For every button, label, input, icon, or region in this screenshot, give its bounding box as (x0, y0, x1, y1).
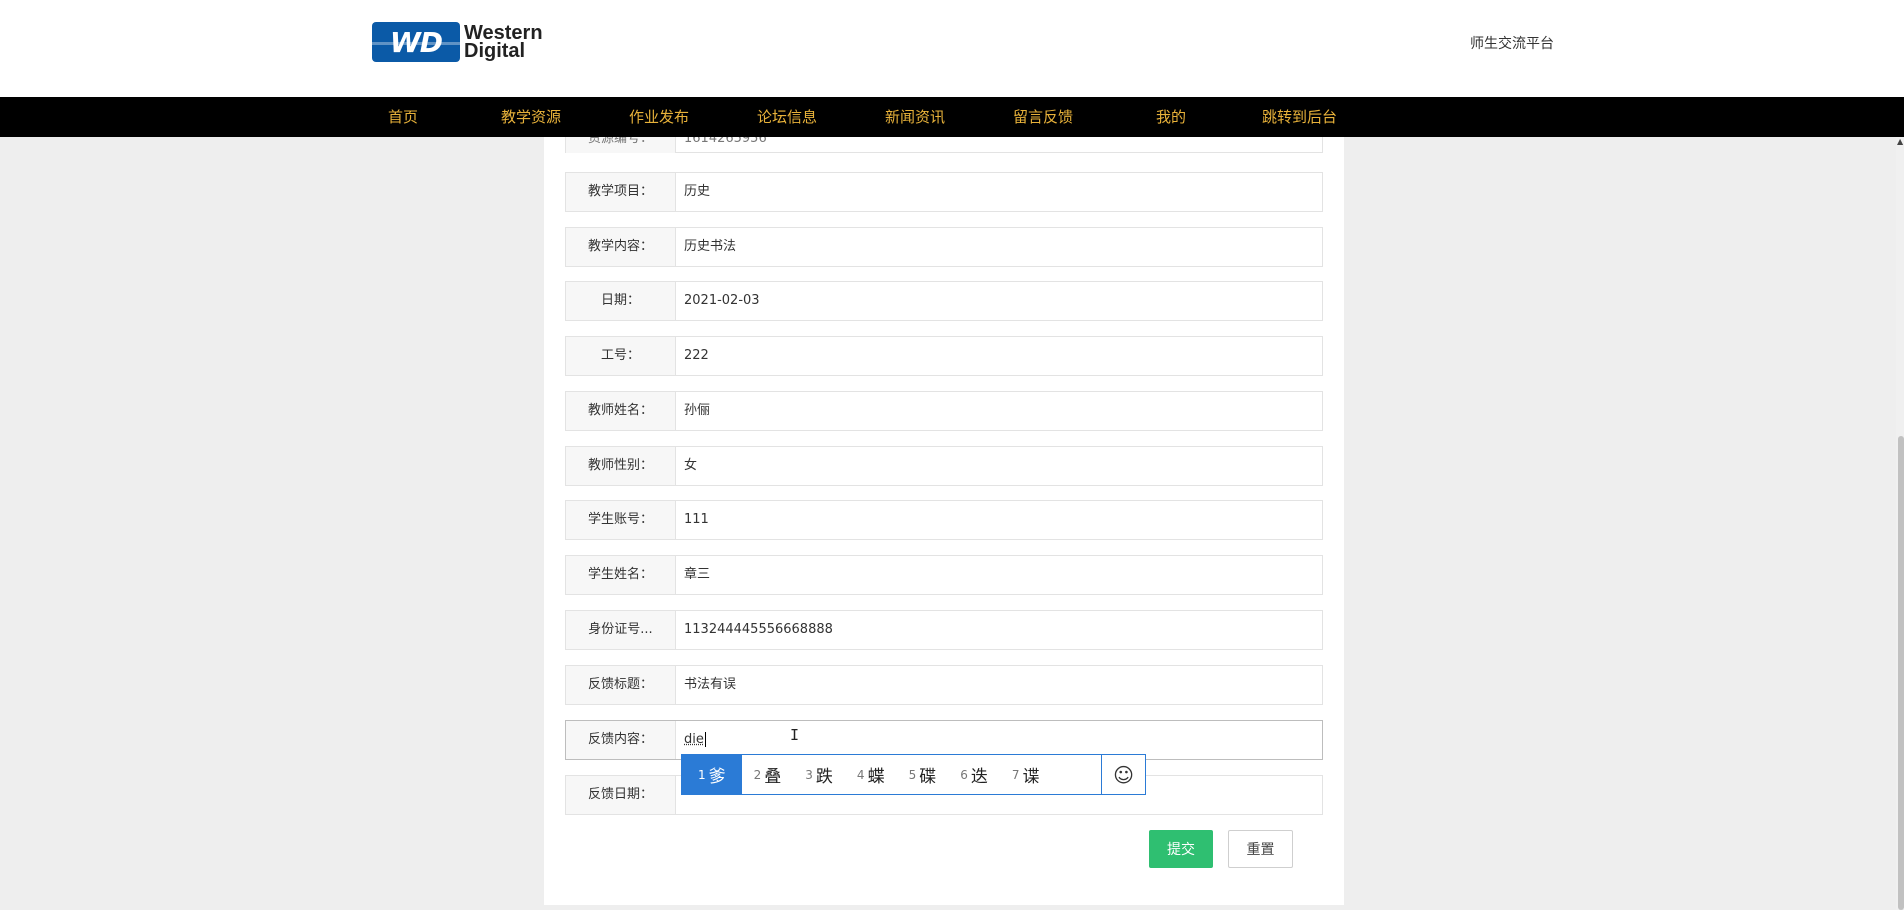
nav-item-admin[interactable]: 跳转到后台 (1262, 97, 1337, 137)
ime-candidate[interactable]: 5碟 (897, 755, 949, 794)
composition-text: die (684, 732, 704, 747)
ime-candidate[interactable]: 6迭 (948, 755, 1000, 794)
field-label: 学生姓名： (566, 556, 676, 594)
ibeam-cursor-icon: I (790, 726, 800, 744)
field-label: 日期： (566, 282, 676, 320)
nav-item-forum[interactable]: 论坛信息 (757, 97, 817, 137)
field-label: 教学项目： (566, 173, 676, 211)
form-row-id-number: 身份证号... 113244445556668888 (565, 610, 1323, 650)
field-label: 学生账号： (566, 501, 676, 539)
teacher-name-field[interactable]: 孙俪 (684, 392, 1314, 430)
form-row-feedback-title: 反馈标题： 书法有误 (565, 665, 1323, 705)
form-row-staff-id: 工号： 222 (565, 336, 1323, 376)
ime-candidate[interactable]: 4蝶 (845, 755, 897, 794)
field-label: 教师姓名： (566, 392, 676, 430)
resource-id-field[interactable]: 1614265956 (684, 137, 1314, 153)
student-name-field[interactable]: 章三 (684, 556, 1314, 594)
teaching-content-field[interactable]: 历史书法 (684, 228, 1314, 266)
nav-item-teaching-resources[interactable]: 教学资源 (501, 97, 561, 137)
nav-item-mine[interactable]: 我的 (1156, 97, 1186, 137)
ime-candidate[interactable]: 1爹 (682, 755, 742, 794)
ime-candidate[interactable]: 3跌 (793, 755, 845, 794)
form-row-student-name: 学生姓名： 章三 (565, 555, 1323, 595)
field-label: 反馈标题： (566, 666, 676, 704)
ime-candidate[interactable]: 7谍 (1000, 755, 1052, 794)
submit-button[interactable]: 提交 (1149, 830, 1213, 868)
field-label: 教学内容： (566, 228, 676, 266)
logo[interactable]: WD Western Digital (372, 20, 543, 64)
form-row-date: 日期： 2021-02-03 (565, 281, 1323, 321)
emoji-icon[interactable]: ☺ (1101, 755, 1145, 794)
nav-item-feedback[interactable]: 留言反馈 (1013, 97, 1073, 137)
form-row-teacher-name: 教师姓名： 孙俪 (565, 391, 1323, 431)
teaching-item-field[interactable]: 历史 (684, 173, 1314, 211)
text-caret (704, 732, 706, 747)
wd-logo-icon: WD (372, 22, 460, 62)
main-nav: 首页 教学资源 作业发布 论坛信息 新闻资讯 留言反馈 我的 跳转到后台 (0, 97, 1904, 137)
site-header: WD Western Digital 师生交流平台 (0, 0, 1904, 97)
field-label: 教师性别： (566, 447, 676, 485)
field-label: 身份证号... (566, 611, 676, 649)
logo-text-line2: Digital (464, 40, 526, 62)
logo-text: Western Digital (464, 23, 543, 62)
scroll-up-arrow-icon[interactable]: ▲ (1897, 137, 1904, 147)
field-label: 资源编号： (566, 137, 676, 153)
form-row-teaching-item: 教学项目： 历史 (565, 172, 1323, 212)
platform-title: 师生交流平台 (1470, 36, 1554, 52)
staff-id-field[interactable]: 222 (684, 337, 1314, 375)
reset-button[interactable]: 重置 (1228, 830, 1293, 868)
teacher-gender-field[interactable]: 女 (684, 447, 1314, 485)
nav-item-news[interactable]: 新闻资讯 (885, 97, 945, 137)
student-account-field[interactable]: 111 (684, 501, 1314, 539)
ime-candidate[interactable]: 2叠 (742, 755, 794, 794)
nav-item-homework[interactable]: 作业发布 (629, 97, 689, 137)
ime-candidate-window: 1爹 2叠 3跌 4蝶 5碟 6迭 7谍 ☺ (681, 754, 1146, 795)
date-field[interactable]: 2021-02-03 (684, 282, 1314, 320)
field-label: 工号： (566, 337, 676, 375)
nav-item-home[interactable]: 首页 (388, 97, 418, 137)
form-row-teaching-content: 教学内容： 历史书法 (565, 227, 1323, 267)
form-row-resource-id: 资源编号： 1614265956 (565, 137, 1323, 153)
scrollbar-thumb[interactable] (1898, 436, 1904, 910)
id-number-field[interactable]: 113244445556668888 (684, 611, 1314, 649)
field-label: 反馈内容： (566, 721, 676, 759)
field-label: 反馈日期： (566, 776, 676, 814)
form-row-teacher-gender: 教师性别： 女 (565, 446, 1323, 486)
form-row-student-account: 学生账号： 111 (565, 500, 1323, 540)
feedback-title-field[interactable]: 书法有误 (684, 666, 1314, 704)
